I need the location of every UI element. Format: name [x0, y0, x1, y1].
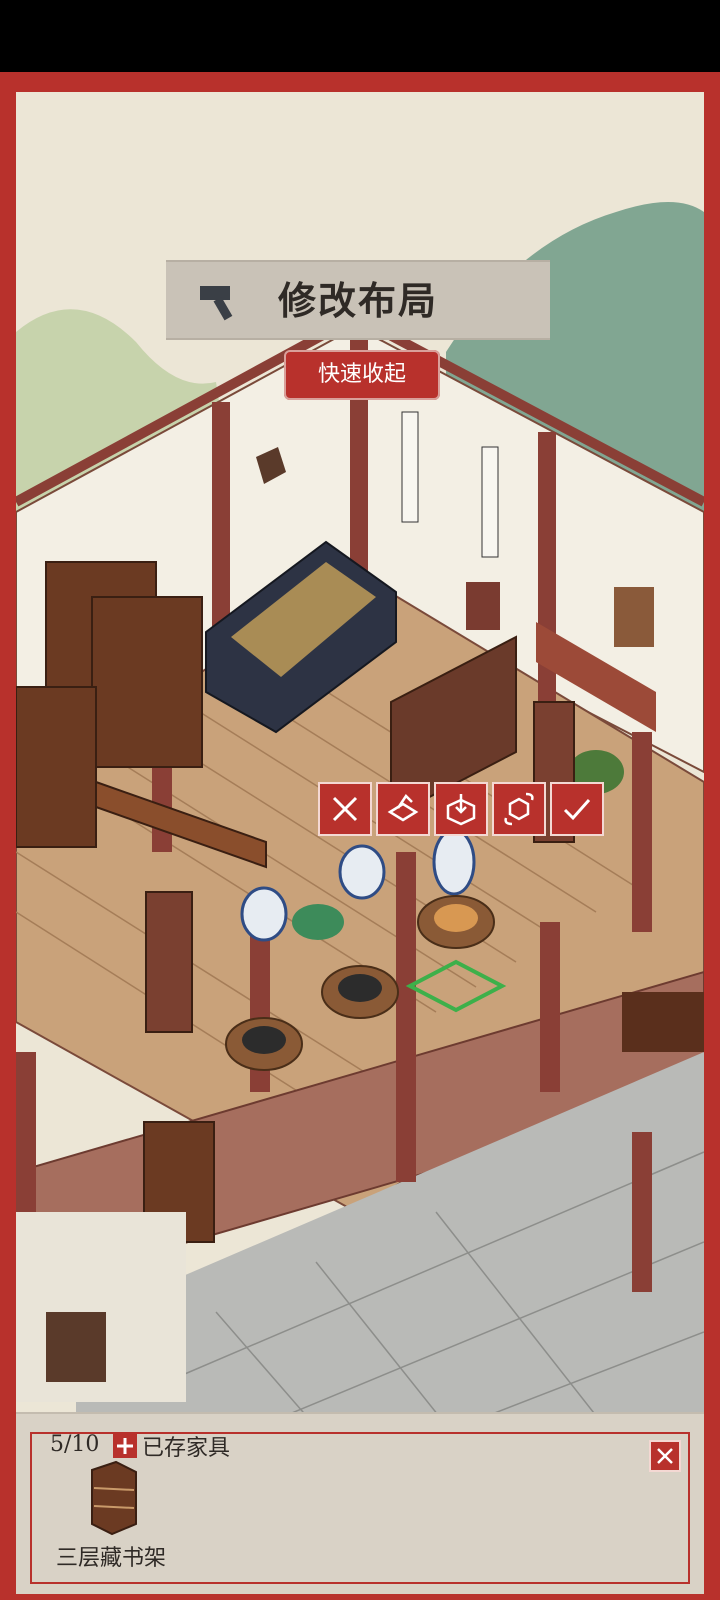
store-furniture-button[interactable]: [376, 782, 430, 836]
plus-icon[interactable]: [113, 1434, 137, 1458]
close-drawer-button[interactable]: [649, 1440, 681, 1472]
rotate-icon: [504, 792, 534, 826]
close-icon: [657, 1448, 673, 1464]
place-box-icon: [446, 794, 476, 826]
status-bar-area: [0, 0, 720, 72]
bookshelf-icon[interactable]: [86, 1460, 142, 1536]
cancel-button[interactable]: [318, 782, 372, 836]
quick-collapse-button[interactable]: 快速收起: [284, 350, 440, 400]
stored-count: 5/10: [50, 1432, 100, 1457]
confirm-button[interactable]: [550, 782, 604, 836]
store-furniture-icon: [387, 794, 419, 822]
rotate-button[interactable]: [492, 782, 546, 836]
close-icon: [332, 796, 358, 822]
place-button[interactable]: [434, 782, 488, 836]
hammer-icon: [200, 286, 233, 321]
stored-furniture-label: 已存家具: [142, 1436, 231, 1461]
check-icon: [563, 799, 591, 821]
furniture-item-name: 三层藏书架: [56, 1546, 167, 1571]
page-title: 修改布局: [278, 278, 439, 323]
